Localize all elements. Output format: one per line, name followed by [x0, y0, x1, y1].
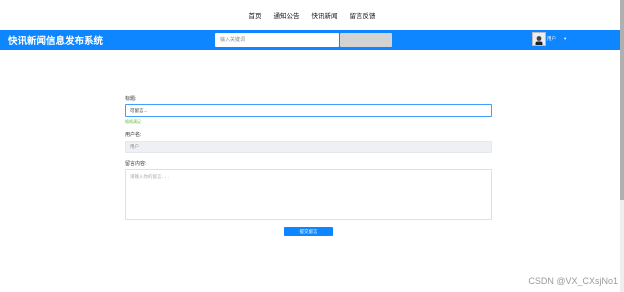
content-label: 留言内容:: [125, 161, 147, 167]
top-navigation: 首页 通知公告 快讯新闻 留言反馈: [0, 0, 624, 30]
site-title: 快讯新闻信息发布系统: [8, 36, 104, 47]
title-hint: 格格满足: [125, 119, 141, 124]
username-input[interactable]: [125, 141, 492, 153]
title-input[interactable]: [125, 104, 492, 117]
nav-news[interactable]: 快讯新闻: [312, 10, 338, 20]
content-textarea[interactable]: [125, 169, 492, 220]
search-button[interactable]: [340, 33, 392, 47]
title-label: 标题:: [125, 96, 137, 102]
nav-feedback[interactable]: 留言反馈: [350, 10, 376, 20]
nav-notices[interactable]: 通知公告: [274, 10, 300, 20]
scrollbar-thumb[interactable]: [620, 0, 624, 200]
submit-button[interactable]: 提交留言: [284, 227, 333, 236]
header-bar: 快讯新闻信息发布系统 用户 ▾: [0, 30, 620, 50]
avatar[interactable]: [532, 32, 546, 46]
search-input[interactable]: [215, 33, 339, 47]
username-label[interactable]: 用户: [547, 36, 556, 42]
user-avatar-icon: [533, 34, 545, 45]
username-field-label: 用户名:: [125, 132, 142, 138]
nav-home[interactable]: 首页: [249, 10, 262, 20]
chevron-down-icon[interactable]: ▾: [564, 36, 566, 42]
csdn-watermark: CSDN @VX_CXsjNo1: [528, 276, 618, 286]
